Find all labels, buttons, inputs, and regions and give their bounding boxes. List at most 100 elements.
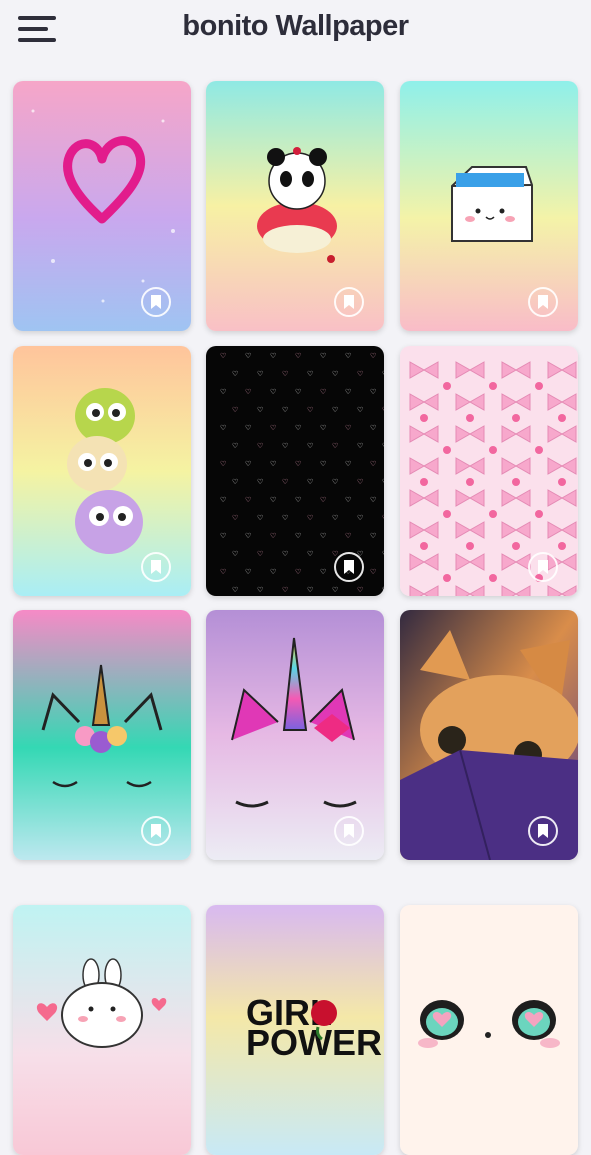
pattern-heart: ♡ — [282, 406, 288, 414]
bookmark-icon[interactable] — [334, 552, 364, 582]
pattern-heart: ♡ — [332, 586, 338, 594]
wallpaper-card[interactable]: GIRL POWER — [206, 905, 384, 1155]
pattern-heart: ♡ — [320, 496, 326, 504]
pattern-heart: ♡ — [245, 532, 251, 540]
pattern-heart: ♡ — [345, 424, 351, 432]
pattern-heart: ♡ — [382, 586, 384, 594]
pattern-heart: ♡ — [332, 442, 338, 450]
wallpaper-grid: ♡ ♡ ♡ ♡ ♡ ♡ ♡ ♡ ♡ ♡ ♡ ♡ ♡ ♡ ♡ ♡ ♡ ♡ ♡ ♡ ♡ ♡ ♡ ♡ ♡ ♡ ♡ ♡ ♡ ♡ ♡ ♡ ♡ ♡ ♡ ♡ ♡ ♡ ♡ ♡… — [0, 0, 591, 1155]
pattern-heart: ♡ — [307, 586, 313, 594]
pattern-heart: ♡ — [370, 424, 376, 432]
pattern-heart: ♡ — [382, 550, 384, 558]
pattern-heart: ♡ — [282, 478, 288, 486]
wallpaper-card[interactable]: ♡ ♡ ♡ ♡ ♡ ♡ ♡ ♡ ♡ ♡ ♡ ♡ ♡ ♡ ♡ ♡ ♡ ♡ ♡ ♡ ♡ ♡ ♡ ♡ ♡ ♡ ♡ ♡ ♡ ♡ ♡ ♡ ♡ ♡ ♡ ♡ ♡ ♡ ♡ ♡… — [206, 346, 384, 596]
pattern-heart: ♡ — [320, 568, 326, 576]
app-title: bonito Wallpaper — [182, 10, 409, 42]
pattern-heart: ♡ — [307, 442, 313, 450]
pattern-heart: ♡ — [357, 406, 363, 414]
wallpaper-card[interactable] — [13, 81, 191, 331]
pattern-heart: ♡ — [345, 532, 351, 540]
pattern-heart: ♡ — [282, 550, 288, 558]
pattern-heart: ♡ — [257, 370, 263, 378]
wallpaper-card[interactable] — [206, 610, 384, 860]
bookmark-icon[interactable] — [528, 287, 558, 317]
pattern-heart: ♡ — [320, 424, 326, 432]
pattern-heart: ♡ — [357, 586, 363, 594]
pattern-heart: ♡ — [282, 370, 288, 378]
pattern-heart: ♡ — [257, 586, 263, 594]
pattern-heart: ♡ — [220, 532, 226, 540]
pattern-heart: ♡ — [345, 352, 351, 360]
bookmark-icon[interactable] — [334, 287, 364, 317]
pattern-heart: ♡ — [320, 460, 326, 468]
bookmark-icon[interactable] — [141, 552, 171, 582]
pattern-heart: ♡ — [295, 388, 301, 396]
pattern-heart: ♡ — [370, 460, 376, 468]
pattern-heart: ♡ — [245, 568, 251, 576]
pattern-heart: ♡ — [257, 406, 263, 414]
pattern-heart: ♡ — [232, 406, 238, 414]
wallpaper-card[interactable] — [400, 610, 578, 860]
pattern-heart: ♡ — [220, 424, 226, 432]
pattern-heart: ♡ — [320, 532, 326, 540]
pattern-heart: ♡ — [270, 424, 276, 432]
pattern-heart: ♡ — [345, 496, 351, 504]
pattern-heart: ♡ — [220, 388, 226, 396]
pattern-heart: ♡ — [345, 460, 351, 468]
pattern-heart: ♡ — [307, 478, 313, 486]
app-bar: bonito Wallpaper — [0, 0, 591, 62]
pattern-heart: ♡ — [257, 478, 263, 486]
pattern-heart: ♡ — [245, 352, 251, 360]
pattern-heart: ♡ — [270, 496, 276, 504]
wallpaper-card[interactable] — [400, 81, 578, 331]
pattern-heart: ♡ — [232, 514, 238, 522]
pattern-heart: ♡ — [245, 424, 251, 432]
pattern-heart: ♡ — [232, 442, 238, 450]
pattern-heart: ♡ — [245, 496, 251, 504]
pattern-heart: ♡ — [382, 406, 384, 414]
bookmark-icon[interactable] — [141, 287, 171, 317]
wallpaper-text-line2: POWER — [246, 1022, 382, 1063]
pattern-heart: ♡ — [232, 586, 238, 594]
pattern-heart: ♡ — [357, 370, 363, 378]
pattern-heart: ♡ — [245, 460, 251, 468]
pattern-heart: ♡ — [370, 532, 376, 540]
wallpaper-card[interactable] — [400, 905, 578, 1155]
pattern-heart: ♡ — [295, 460, 301, 468]
pattern-heart: ♡ — [282, 442, 288, 450]
wallpaper-card[interactable] — [206, 81, 384, 331]
pattern-heart: ♡ — [257, 442, 263, 450]
wallpaper-card[interactable] — [13, 346, 191, 596]
bookmark-icon[interactable] — [334, 816, 364, 846]
wallpaper-card[interactable] — [13, 905, 191, 1155]
pattern-heart: ♡ — [220, 568, 226, 576]
bookmark-icon[interactable] — [528, 552, 558, 582]
pattern-heart: ♡ — [220, 496, 226, 504]
pattern-heart: ♡ — [232, 370, 238, 378]
pattern-heart: ♡ — [307, 406, 313, 414]
wallpaper-thumbnail — [13, 905, 191, 1155]
pattern-heart: ♡ — [270, 568, 276, 576]
pattern-heart: ♡ — [220, 352, 226, 360]
wallpaper-card[interactable] — [13, 610, 191, 860]
pattern-heart: ♡ — [257, 514, 263, 522]
bookmark-icon[interactable] — [528, 816, 558, 846]
pattern-heart: ♡ — [270, 532, 276, 540]
pattern-heart: ♡ — [257, 550, 263, 558]
pattern-heart: ♡ — [370, 352, 376, 360]
pattern-heart: ♡ — [332, 370, 338, 378]
pattern-heart: ♡ — [357, 514, 363, 522]
wallpaper-card[interactable] — [400, 346, 578, 596]
pattern-heart: ♡ — [357, 478, 363, 486]
pattern-heart: ♡ — [370, 388, 376, 396]
pattern-heart: ♡ — [232, 478, 238, 486]
pattern-heart: ♡ — [332, 514, 338, 522]
pattern-heart: ♡ — [307, 550, 313, 558]
bookmark-icon[interactable] — [141, 816, 171, 846]
pattern-heart: ♡ — [270, 352, 276, 360]
pattern-heart: ♡ — [332, 406, 338, 414]
wallpaper-thumbnail: GIRL POWER — [206, 905, 384, 1155]
pattern-heart: ♡ — [270, 388, 276, 396]
pattern-heart: ♡ — [295, 424, 301, 432]
pattern-heart: ♡ — [232, 550, 238, 558]
